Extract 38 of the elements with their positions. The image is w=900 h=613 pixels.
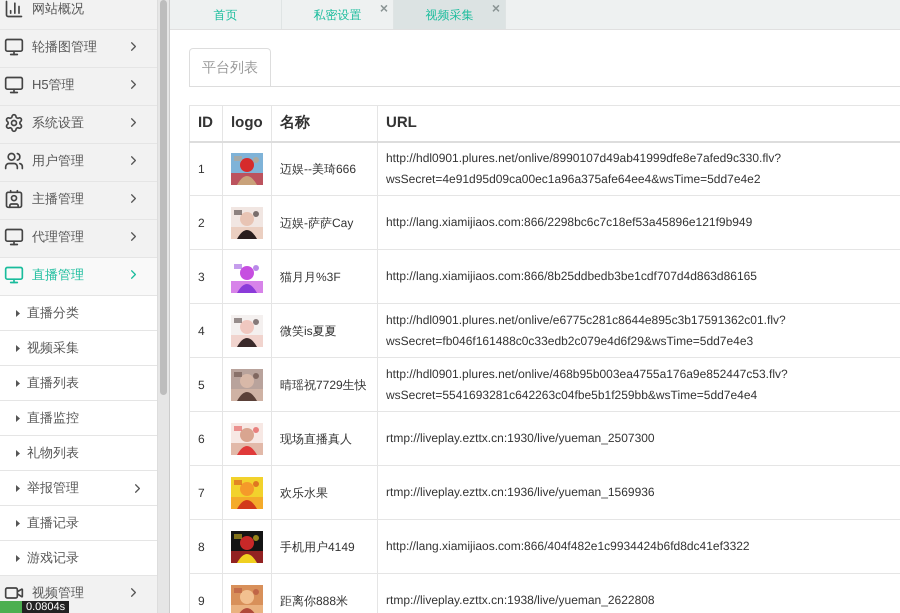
sidebar-item-label: 系统设置: [32, 114, 85, 132]
submenu-item-label: 游戏记录: [27, 549, 80, 568]
table-cell: 7: [190, 466, 222, 520]
timer-value: 0.0804s: [26, 601, 66, 613]
sidebar-item-label: 主播管理: [32, 190, 85, 208]
column-header: 名称: [272, 106, 378, 142]
sidebar-item-label: 轮播图管理: [32, 38, 98, 56]
table-cell: 迈娱--美琦666: [272, 142, 378, 196]
sidebar-item-label: 代理管理: [32, 228, 85, 246]
table-cell: 晴瑶祝7729生快: [272, 358, 378, 412]
table-cell: 8: [190, 520, 222, 574]
table-cell: 3: [190, 250, 222, 304]
sidebar-item-label: 用户管理: [32, 152, 85, 170]
table-cell: 2: [190, 196, 222, 250]
table-cell: 猫月月%3F: [272, 250, 378, 304]
table-cell: 现场直播真人: [272, 412, 378, 466]
submenu-item-label: 礼物列表: [27, 444, 80, 462]
table-cell: 迈娱-萨萨Cay: [272, 196, 378, 250]
submenu-item-label: 直播分类: [27, 304, 80, 322]
column-header: ID: [190, 106, 222, 142]
table-cell: 手机用户4149: [272, 520, 378, 574]
table-cell: 4: [190, 304, 222, 358]
sidebar-item-label: 视频管理: [32, 584, 85, 602]
table-cell: 微笑is夏夏: [272, 304, 378, 358]
sidebar-item-label: 网站概况: [32, 0, 85, 18]
table-cell: 6: [190, 412, 222, 466]
sidebar-item-label: 直播管理: [32, 266, 85, 284]
submenu-item-label: 视频采集: [27, 339, 80, 358]
submenu-item-label: 直播记录: [27, 514, 80, 532]
table-cell: 9: [190, 574, 222, 613]
submenu-item-label: 直播列表: [27, 374, 80, 392]
column-header: logo: [222, 106, 272, 142]
sidebar-item-label: H5管理: [32, 76, 76, 94]
table-cell: 1: [190, 142, 222, 196]
table-cell: 欢乐水果: [272, 466, 378, 520]
table-cell: 5: [190, 358, 222, 412]
submenu-item-label: 举报管理: [27, 479, 80, 498]
submenu-item-label: 直播监控: [27, 409, 80, 428]
